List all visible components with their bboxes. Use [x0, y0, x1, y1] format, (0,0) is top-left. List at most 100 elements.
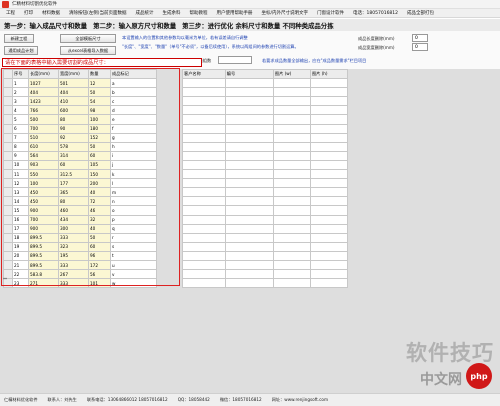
table-cell[interactable]	[182, 232, 226, 243]
table-cell[interactable]	[224, 96, 274, 107]
column-header[interactable]: 客户名称	[182, 68, 226, 80]
new-project-button[interactable]: 新建工程	[4, 34, 34, 43]
table-cell[interactable]: 6	[12, 123, 29, 134]
table-cell[interactable]: 80	[58, 196, 89, 207]
table-cell[interactable]: 899.5	[28, 241, 59, 252]
table-cell[interactable]	[224, 269, 274, 280]
table-cell[interactable]	[309, 141, 349, 152]
table-row[interactable]: 20 899.5 195 96 t	[3, 250, 157, 261]
table-cell[interactable]: 8	[12, 141, 29, 152]
table-cell[interactable]	[182, 178, 226, 189]
table-cell[interactable]: 9	[12, 150, 29, 161]
table-cell[interactable]: 333	[58, 259, 89, 271]
table-cell[interactable]	[224, 187, 274, 198]
table-cell[interactable]: 72	[88, 196, 111, 207]
cut-width-input[interactable]: 0	[412, 34, 428, 42]
table-cell[interactable]: 600	[58, 105, 89, 116]
table-cell[interactable]: 13	[12, 187, 29, 198]
table-cell[interactable]: 50	[88, 87, 111, 98]
table-cell[interactable]: 172	[88, 259, 111, 271]
row-selector[interactable]	[3, 141, 13, 152]
row-selector[interactable]	[3, 114, 13, 125]
table-row[interactable]: 7 510 92 152 g	[3, 132, 157, 143]
table-cell[interactable]: 550	[28, 169, 59, 180]
table-cell[interactable]	[224, 159, 274, 171]
table-cell[interactable]: 610	[28, 141, 59, 152]
table-cell[interactable]: 56	[88, 269, 111, 280]
table-cell[interactable]: 3	[12, 96, 29, 107]
product-table[interactable]: 序号 长度(mm) 宽度(mm) 数量 成品标记 1 1027 501 12 a 2 404 404 5…	[3, 68, 157, 289]
step-1[interactable]: 第一步：输入成品尺寸和数量	[4, 21, 87, 30]
table-cell[interactable]	[309, 250, 349, 261]
table-row[interactable]: 11 550 312.5 150 k	[3, 169, 157, 180]
table-cell[interactable]: 1	[12, 78, 29, 89]
table-cell[interactable]	[182, 150, 226, 161]
table-cell[interactable]: v	[110, 269, 157, 280]
table-cell[interactable]	[224, 196, 274, 207]
table-row[interactable]: 12 100 177 200 l	[3, 178, 157, 189]
table-cell[interactable]: 899.5	[28, 259, 59, 271]
table-cell[interactable]: 578	[58, 141, 89, 152]
table-cell[interactable]: p	[110, 214, 157, 225]
table-cell[interactable]	[272, 250, 311, 261]
table-cell[interactable]: 22	[12, 269, 29, 280]
table-cell[interactable]	[309, 78, 349, 89]
table-cell[interactable]: 101	[88, 278, 111, 289]
table-row[interactable]	[182, 105, 349, 116]
table-cell[interactable]: 100	[28, 178, 59, 189]
row-selector[interactable]	[3, 159, 13, 171]
table-row[interactable]: 5 500 80 100 e	[3, 114, 157, 125]
table-cell[interactable]	[224, 232, 274, 243]
table-cell[interactable]	[309, 269, 349, 280]
table-cell[interactable]	[272, 259, 311, 271]
row-selector[interactable]	[3, 78, 13, 89]
table-row[interactable]	[182, 169, 349, 180]
table-cell[interactable]: 80	[58, 114, 89, 125]
table-row[interactable]: 9 564 314 60 i	[3, 150, 157, 161]
table-cell[interactable]	[309, 278, 349, 289]
table-cell[interactable]	[272, 132, 311, 143]
table-cell[interactable]: 766	[28, 105, 59, 116]
customer-table[interactable]: 客户名称 编号 图片 (w) 图片 (h)	[182, 68, 349, 289]
menu-item[interactable]: 材料数据	[42, 10, 60, 16]
table-cell[interactable]: 500	[28, 114, 59, 125]
table-cell[interactable]	[309, 169, 349, 180]
table-cell[interactable]: 32	[88, 214, 111, 225]
table-cell[interactable]: q	[110, 223, 157, 234]
table-cell[interactable]: 267	[58, 269, 89, 280]
table-cell[interactable]: b	[110, 87, 157, 98]
table-cell[interactable]: j	[110, 159, 157, 171]
template-size-button[interactable]: 全部模板尺寸	[60, 34, 116, 43]
table-cell[interactable]	[272, 87, 311, 98]
table-cell[interactable]	[182, 169, 226, 180]
table-cell[interactable]: l	[110, 178, 157, 189]
table-cell[interactable]: 14	[12, 196, 29, 207]
table-cell[interactable]: 105	[88, 159, 111, 171]
table-cell[interactable]	[309, 214, 349, 225]
table-cell[interactable]: 90	[58, 123, 89, 134]
table-row[interactable]: 21 899.5 333 172 u	[3, 259, 157, 271]
step-3[interactable]: 第三步：进行优化 余料尺寸和数量 不同种类成品分拣	[182, 21, 333, 30]
table-row[interactable]	[182, 223, 349, 234]
table-cell[interactable]: 60	[58, 159, 89, 171]
table-cell[interactable]: s	[110, 241, 157, 252]
table-cell[interactable]	[182, 123, 226, 134]
table-row[interactable]	[182, 178, 349, 189]
table-cell[interactable]	[272, 150, 311, 161]
table-cell[interactable]: 96	[88, 250, 111, 261]
table-cell[interactable]	[182, 132, 226, 143]
table-cell[interactable]	[272, 141, 311, 152]
table-cell[interactable]: g	[110, 132, 157, 143]
table-cell[interactable]	[224, 259, 274, 271]
table-cell[interactable]: 1423	[28, 96, 59, 107]
table-row[interactable]	[182, 78, 349, 89]
table-cell[interactable]	[224, 87, 274, 98]
table-cell[interactable]: 11	[12, 169, 29, 180]
table-row[interactable]: 8 610 578 50 h	[3, 141, 157, 152]
table-cell[interactable]	[224, 214, 274, 225]
table-cell[interactable]: 899.5	[28, 250, 59, 261]
table-row[interactable]: 6 700 90 180 f	[3, 123, 157, 134]
table-cell[interactable]: 4	[12, 105, 29, 116]
plan-button[interactable]: 通用成品计划	[4, 46, 38, 55]
table-row[interactable]	[182, 141, 349, 152]
